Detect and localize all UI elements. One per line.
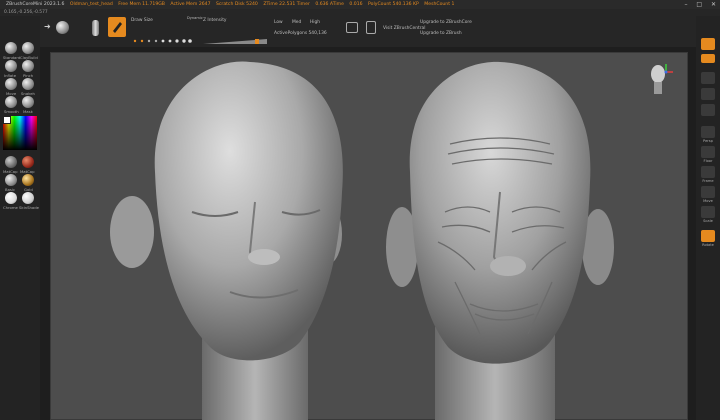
arrow-icon[interactable]: ➜ [44, 23, 52, 31]
quick-button[interactable] [701, 54, 715, 63]
upgrade-core-link[interactable]: Upgrade to ZBrushCore [420, 20, 472, 25]
level-med[interactable]: Med [292, 20, 301, 25]
dynamic-label[interactable]: Dynamic [187, 16, 203, 20]
material-matcap-icon[interactable] [22, 156, 34, 168]
z-intensity-ramp [203, 39, 267, 44]
draw-pen-icon [113, 22, 122, 33]
title-item: Free Mem 11.719GB [118, 2, 165, 7]
sculpt-viewport[interactable] [50, 52, 688, 420]
title-item: ZTime 22.531 Timer [263, 2, 310, 7]
left-brush-palette: Standard ClayBuild Inflate Pinch Move Sn… [0, 16, 40, 420]
z-intensity-slider[interactable] [203, 29, 267, 44]
app-title: ZBrushCoreMini 2023.1.6 [6, 2, 65, 7]
move-button[interactable] [701, 186, 715, 198]
persp-button[interactable] [701, 126, 715, 138]
title-item: Scratch Disk 5240 [215, 2, 258, 7]
draw-size-dots [133, 39, 192, 43]
secondary-color-swatch[interactable] [3, 116, 11, 124]
level-high[interactable]: High [310, 20, 320, 25]
upgrade-zbrush-link[interactable]: Upgrade to ZBrush [420, 31, 462, 36]
window-controls: – □ ✕ [677, 0, 716, 9]
title-bar: ZBrushCoreMini 2023.1.6 Oldman_test_head… [0, 0, 720, 9]
brush-label: Mask [23, 109, 33, 114]
right-view-palette: Persp Floor Frame Move Scale Rotate [696, 16, 720, 420]
title-item: Oldman_test_head [69, 2, 113, 7]
material-chrome-icon[interactable] [5, 192, 17, 204]
brush-label: Smooth [4, 109, 19, 114]
material-skinshade-icon[interactable] [22, 192, 34, 204]
brush-pinch-icon[interactable] [22, 60, 34, 72]
brush-claybuild-icon[interactable] [22, 42, 34, 54]
top-toolbar: 0.165,-0.256,-0.577 ➜ Draw Size Dynamic … [0, 9, 720, 47]
coordinate-readout: 0.165,-0.256,-0.577 [4, 10, 48, 15]
material-basic-icon[interactable] [5, 174, 17, 186]
brush-snakeh-icon[interactable] [22, 78, 34, 90]
right-button-label: Frame [702, 179, 714, 183]
canvas-mode-button[interactable] [701, 38, 715, 50]
split-icon[interactable] [366, 21, 376, 34]
minimize-icon[interactable]: – [684, 1, 687, 8]
cylinder-tool-icon[interactable] [92, 20, 99, 36]
material-label: Chrome [3, 205, 18, 210]
title-item: 0.636 ATime [315, 2, 344, 7]
scale-button[interactable] [701, 206, 715, 218]
right-button-label: Move [703, 199, 713, 203]
level-low[interactable]: Low [274, 20, 283, 25]
draw-button[interactable] [108, 17, 126, 37]
title-item: Active Mem 2647 [170, 2, 211, 7]
right-button-label: Rotate [702, 243, 714, 247]
smooth-head-model[interactable] [110, 61, 343, 420]
right-button-label: Persp [703, 139, 713, 143]
rotate-button[interactable] [701, 230, 715, 242]
viewport-canvas [110, 61, 614, 420]
frame-button[interactable] [701, 166, 715, 178]
material-matcap-red-icon[interactable] [5, 156, 17, 168]
close-icon[interactable]: ✕ [711, 1, 716, 8]
brush-smooth-icon[interactable] [5, 96, 17, 108]
layout-icon[interactable] [346, 22, 358, 33]
z-intensity-label: Z Intensity [203, 18, 227, 23]
active-polygons-readout: ActivePolygons 540,136 [274, 31, 327, 36]
maximize-icon[interactable]: □ [696, 1, 702, 8]
brush-mask-icon[interactable] [22, 96, 34, 108]
navigation-gizmo[interactable] [646, 60, 676, 100]
brush-move-icon[interactable] [5, 78, 17, 90]
view-button[interactable] [701, 88, 715, 100]
title-item: MeshCount 1 [424, 2, 455, 7]
floor-button[interactable] [701, 146, 715, 158]
view-button[interactable] [701, 104, 715, 116]
material-label: SkinShade [19, 205, 39, 210]
draw-size-slider[interactable] [131, 28, 193, 43]
view-button[interactable] [701, 72, 715, 84]
title-item: PolyCount 540.136 KP [368, 2, 419, 7]
brush-standard-icon[interactable] [5, 42, 17, 54]
brush-inflate-icon[interactable] [5, 60, 17, 72]
right-button-label: Floor [703, 159, 713, 163]
right-button-label: Scale [703, 219, 713, 223]
material-gold-icon[interactable] [22, 174, 34, 186]
head-orientation-icon [651, 64, 673, 94]
title-item: 0.016 [349, 2, 363, 7]
sphere-tool-icon[interactable] [56, 21, 69, 34]
old-man-head-model[interactable] [386, 61, 614, 420]
draw-size-label: Draw Size [131, 18, 153, 23]
